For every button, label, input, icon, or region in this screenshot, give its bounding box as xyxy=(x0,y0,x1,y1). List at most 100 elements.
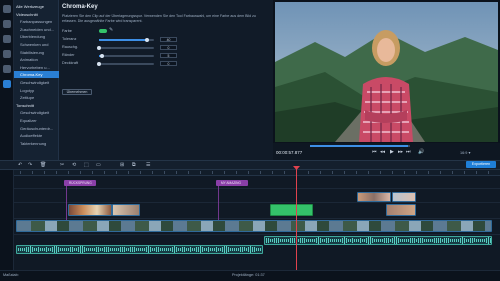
waveform-bar xyxy=(276,237,277,244)
slider-value-input[interactable]: 0 xyxy=(160,61,177,66)
ruler-tick xyxy=(464,171,465,174)
slider-knob[interactable] xyxy=(145,37,150,42)
waveform-bar xyxy=(190,247,191,252)
waveform-bar xyxy=(56,246,57,253)
slider-track[interactable] xyxy=(99,53,154,58)
waveform-bar xyxy=(452,239,453,242)
slider-knob[interactable] xyxy=(97,61,101,66)
skip-forward-icon[interactable]: ⏭ xyxy=(406,149,411,155)
waveform-bar xyxy=(254,247,255,252)
waveform-bar xyxy=(34,247,35,252)
slider-track[interactable] xyxy=(97,61,154,66)
slider-value-input[interactable]: 5 xyxy=(160,53,177,58)
waveform-bar xyxy=(340,238,341,243)
skip-back-icon[interactable]: ⏮ xyxy=(372,149,377,155)
waveform-bar xyxy=(112,248,113,251)
tool-item[interactable]: Logotyp xyxy=(14,87,59,94)
tool-item[interactable]: Geschwindigkeit xyxy=(14,109,59,116)
waveform-bar xyxy=(304,238,305,243)
redo-icon[interactable]: ↷ xyxy=(28,161,32,169)
tool-item[interactable]: Überblendung xyxy=(14,33,59,40)
rotate-icon[interactable]: ⟲ xyxy=(72,161,76,169)
slider-value-input[interactable]: 0 xyxy=(160,45,177,50)
aspect-ratio-select[interactable]: 16:9 ▾ xyxy=(460,150,470,155)
waveform-bar xyxy=(306,239,307,242)
color-icon[interactable]: ▭ xyxy=(96,161,101,169)
waveform-bar xyxy=(392,238,393,243)
main-video-clip[interactable] xyxy=(16,220,492,232)
waveform-bar xyxy=(468,239,469,242)
overlay-clip[interactable] xyxy=(112,204,140,216)
tool-item[interactable]: Geschwindigkeit xyxy=(14,79,59,86)
waveform-bar xyxy=(220,248,221,251)
waveform-bar xyxy=(430,238,431,243)
crop-icon[interactable]: ⬚ xyxy=(84,161,89,169)
stickers-icon[interactable] xyxy=(3,65,11,73)
timeline-marker[interactable]: RÜCKSPRUNG xyxy=(64,180,96,186)
waveform-bar xyxy=(204,247,205,252)
key-color-swatch[interactable] xyxy=(99,29,107,33)
tool-item[interactable]: Videoschnitt xyxy=(14,11,59,18)
delete-icon[interactable]: 🗑 xyxy=(40,161,46,169)
ruler-tick xyxy=(68,171,69,174)
green-screen-clip[interactable] xyxy=(270,204,313,216)
apply-button[interactable]: Übernehmen xyxy=(62,89,92,95)
overlay-clip[interactable] xyxy=(392,192,416,202)
panel-title: Chroma-Key xyxy=(62,4,98,10)
tool-item[interactable]: Farbanpassungen xyxy=(14,18,59,25)
overlay-clip[interactable] xyxy=(357,192,391,202)
waveform-bar xyxy=(462,237,463,244)
tool-item[interactable]: Geräuschunterdr... xyxy=(14,125,59,132)
overlay-clip[interactable] xyxy=(68,204,112,216)
filters-icon[interactable] xyxy=(3,35,11,43)
waveform-bar xyxy=(358,238,359,243)
undo-icon[interactable]: ↶ xyxy=(18,161,22,169)
play-icon[interactable]: ▶ xyxy=(390,149,394,155)
more-icon[interactable]: ☰ xyxy=(146,161,150,169)
tool-item[interactable]: Zeitlupe xyxy=(14,94,59,101)
tool-item[interactable]: Chroma-Key xyxy=(14,71,59,79)
tool-item[interactable]: Hervorheben u... xyxy=(14,64,59,71)
waveform-bar xyxy=(154,248,155,251)
tool-item[interactable]: Tonschnitt xyxy=(14,102,59,109)
tool-item[interactable]: Stabilisierung xyxy=(14,49,59,56)
slider-value-input[interactable]: 40 xyxy=(160,37,177,42)
waveform-bar xyxy=(342,237,343,244)
waveform-bar xyxy=(284,238,285,243)
effects-icon[interactable] xyxy=(3,20,11,28)
tool-item[interactable]: Zuschneiden und... xyxy=(14,26,59,33)
cut-icon[interactable]: ✂ xyxy=(60,161,64,169)
video-preview[interactable] xyxy=(275,2,498,142)
ruler-tick xyxy=(404,171,405,174)
waveform-bar xyxy=(212,248,213,251)
tool-item[interactable]: Takterkennung xyxy=(14,140,59,147)
tool-item[interactable]: Equalizer xyxy=(14,117,59,124)
overlay-clip[interactable] xyxy=(386,204,416,216)
waveform-bar xyxy=(170,247,171,252)
slider-track[interactable] xyxy=(99,37,154,42)
volume-icon[interactable]: 🔊 xyxy=(418,149,424,155)
color-picker-icon[interactable]: ✎ xyxy=(109,28,114,33)
insert-icon[interactable]: ⊞ xyxy=(120,161,124,169)
slider-knob[interactable] xyxy=(97,45,101,50)
slider-knob[interactable] xyxy=(99,53,104,58)
waveform-bar xyxy=(180,248,181,251)
slider-track[interactable] xyxy=(97,45,154,50)
tool-item[interactable]: Audioeffekte xyxy=(14,132,59,139)
fast-forward-icon[interactable]: ▸▸ xyxy=(398,149,403,155)
more-tools-icon[interactable] xyxy=(3,80,11,88)
rewind-icon[interactable]: ◂◂ xyxy=(380,149,385,155)
transitions-icon[interactable] xyxy=(3,50,11,58)
split-icon[interactable]: ⧉ xyxy=(132,161,136,169)
tool-item[interactable]: Schwenken und xyxy=(14,41,59,48)
tool-item[interactable]: Animation xyxy=(14,56,59,63)
export-button[interactable]: Exportieren xyxy=(466,161,496,168)
waveform-bar xyxy=(160,247,161,252)
timeline-marker[interactable]: MY AMAZING xyxy=(216,180,248,186)
waveform-bar xyxy=(184,247,185,252)
tool-item[interactable]: Alle Werkzeuge xyxy=(14,3,59,10)
waveform-bar xyxy=(378,238,379,243)
import-icon[interactable] xyxy=(3,5,11,13)
playhead[interactable] xyxy=(296,166,297,270)
waveform-bar xyxy=(422,237,423,244)
